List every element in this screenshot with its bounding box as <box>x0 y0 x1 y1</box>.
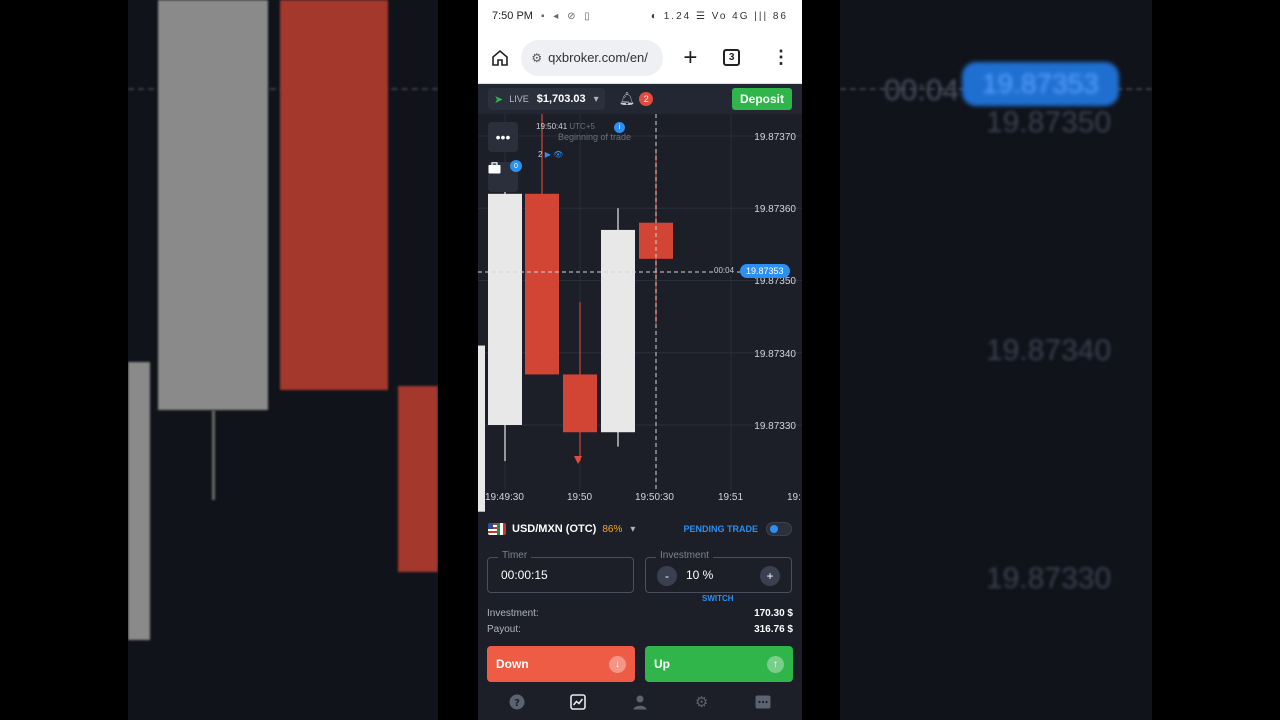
y-tick-label: 19.87330 <box>754 421 796 432</box>
url-text: qxbroker.com/en/ <box>548 50 648 65</box>
candle-partial <box>478 345 485 512</box>
summary-payout-key: Payout: <box>487 623 521 635</box>
new-tab-icon[interactable]: + <box>683 44 697 72</box>
profile-icon[interactable] <box>630 692 650 712</box>
x-tick-label: 19:51 <box>718 492 744 503</box>
background-candle <box>128 362 150 640</box>
help-icon[interactable]: ? <box>507 692 527 712</box>
browser-menu-icon[interactable]: ⋮ <box>772 47 790 68</box>
price-chart[interactable]: 19.87370 19.87360 19.87350 19.87340 19.8… <box>478 114 802 514</box>
trade-time: 19:50:41 UTC+5 <box>536 122 595 131</box>
trade-actions: Down ↓ Up ↑ <box>478 637 802 682</box>
decrease-investment-button[interactable]: - <box>657 566 677 586</box>
account-mode: LIVE <box>509 94 529 104</box>
bell-icon[interactable]: 🔔︎ <box>619 91 636 107</box>
screen: 00:04 19.87353 19.87350 19.87340 19.8733… <box>0 0 1280 720</box>
investment-label: Investment <box>656 550 713 561</box>
notification-badge: 2 <box>639 92 654 106</box>
y-tick-label: 19.87340 <box>754 349 796 360</box>
current-price-tag: 19.87353 <box>740 264 790 278</box>
account-balance: $1,703.03 <box>536 93 586 105</box>
usd-mxn-flag-icon <box>488 523 506 535</box>
up-button[interactable]: Up ↑ <box>645 646 793 682</box>
blurred-background-right: 00:04 19.87353 19.87350 19.87340 19.8733… <box>840 0 1152 720</box>
timer-value[interactable]: 00:00:15 <box>501 568 548 582</box>
arrow-down-icon: ↓ <box>609 655 626 673</box>
status-system-icons: ◐ 1.24 ☰ Vo 4G ||| 86 <box>650 10 788 22</box>
chevron-down-icon: ▾ <box>593 93 599 105</box>
background-countdown: 00:04 <box>884 74 960 107</box>
chevron-down-icon[interactable]: ▾ <box>630 524 635 535</box>
candle-body <box>488 193 522 425</box>
portfolio-badge: 0 <box>510 160 522 172</box>
x-tick-label: 19: <box>787 492 801 503</box>
down-button-label: Down <box>496 657 529 671</box>
background-candle <box>158 0 268 410</box>
investment-value[interactable]: 10 % <box>686 568 713 582</box>
chart-icon[interactable] <box>568 692 588 712</box>
candlestick-svg <box>478 114 802 512</box>
send-icon: ➤ <box>494 93 504 106</box>
summary-payout: Payout: 316.76 $ <box>487 621 793 637</box>
blurred-background-left <box>128 0 438 720</box>
summary-payout-value: 316.76 $ <box>754 623 793 635</box>
up-button-label: Up <box>654 657 670 671</box>
deposit-button[interactable]: Deposit <box>731 88 792 110</box>
asset-row: USD/MXN (OTC) 86% ▾ PENDING TRADE <box>478 514 802 544</box>
x-tick-label: 19:50 <box>567 492 593 503</box>
y-tick-label: 19.87370 <box>754 132 796 143</box>
candle-body <box>601 229 635 433</box>
settings-icon[interactable]: ⚙ <box>692 692 712 712</box>
x-tick-label: 19:50:30 <box>635 492 674 503</box>
investment-field[interactable]: Investment - 10 % + <box>645 550 792 593</box>
chat-icon[interactable] <box>753 692 773 712</box>
svg-text:?: ? <box>514 698 520 709</box>
background-y-label: 19.87340 <box>986 334 1112 367</box>
status-notification-icons: ▪ ◂ ⊘ ▯ <box>540 10 593 22</box>
more-tools-button[interactable]: ••• <box>488 122 518 152</box>
account-selector[interactable]: ➤ LIVE $1,703.03 ▾ <box>488 88 605 110</box>
background-y-label: 19.87350 <box>986 106 1112 139</box>
countdown-label: 00:04 <box>714 266 735 275</box>
summary-investment: Investment: 170.30 $ <box>487 605 793 621</box>
trade-note: Beginning of trade <box>558 132 632 142</box>
increase-investment-button[interactable]: + <box>760 566 780 586</box>
pending-trade-label: PENDING TRADE <box>683 524 758 534</box>
switch-button[interactable]: SWITCH <box>702 594 734 603</box>
trade-count: 2 ▶ 👁︎ <box>538 150 564 159</box>
status-time: 7:50 PM <box>492 10 533 22</box>
address-bar[interactable]: ⚙ qxbroker.com/en/ <box>521 39 664 76</box>
site-settings-icon[interactable]: ⚙ <box>531 51 542 65</box>
trade-inputs: Timer 00:00:15 Investment - 10 % + SWITC… <box>478 544 802 603</box>
background-y-label: 19.87330 <box>986 562 1112 595</box>
pending-trade-toggle[interactable] <box>766 522 792 536</box>
timer-field[interactable]: Timer 00:00:15 <box>487 550 634 593</box>
bottom-navigation: ? ⚙ <box>478 684 802 720</box>
candle-body <box>525 193 559 375</box>
timer-label: Timer <box>498 550 532 561</box>
y-tick-label: 19.87360 <box>754 204 796 215</box>
background-candle <box>280 0 388 390</box>
background-wick <box>212 410 215 500</box>
summary-investment-key: Investment: <box>487 607 539 619</box>
account-bar: ➤ LIVE $1,703.03 ▾ 🔔︎ 2 Deposit <box>478 84 802 114</box>
down-button[interactable]: Down ↓ <box>487 646 635 682</box>
arrow-up-icon: ↑ <box>767 655 784 673</box>
x-tick-label: 19:49:30 <box>485 492 524 503</box>
home-icon[interactable] <box>490 48 509 68</box>
background-price-tag: 19.87353 <box>962 62 1119 106</box>
summary-investment-value: 170.30 $ <box>754 607 793 619</box>
browser-toolbar: ⚙ qxbroker.com/en/ + 3 ⋮ <box>478 32 802 84</box>
sell-marker-icon <box>574 456 582 464</box>
trade-summary: Investment: 170.30 $ Payout: 316.76 $ <box>478 596 802 637</box>
asset-payout-percent: 86% <box>602 523 623 535</box>
background-candle <box>398 386 438 572</box>
tab-switcher-button[interactable]: 3 <box>723 49 740 66</box>
asset-selector[interactable]: USD/MXN (OTC) <box>512 523 596 535</box>
phone-screen: 7:50 PM ▪ ◂ ⊘ ▯ ◐ 1.24 ☰ Vo 4G ||| 86 ⚙ … <box>478 0 802 720</box>
candle-body <box>563 374 597 433</box>
status-bar: 7:50 PM ▪ ◂ ⊘ ▯ ◐ 1.24 ☰ Vo 4G ||| 86 <box>478 0 802 32</box>
